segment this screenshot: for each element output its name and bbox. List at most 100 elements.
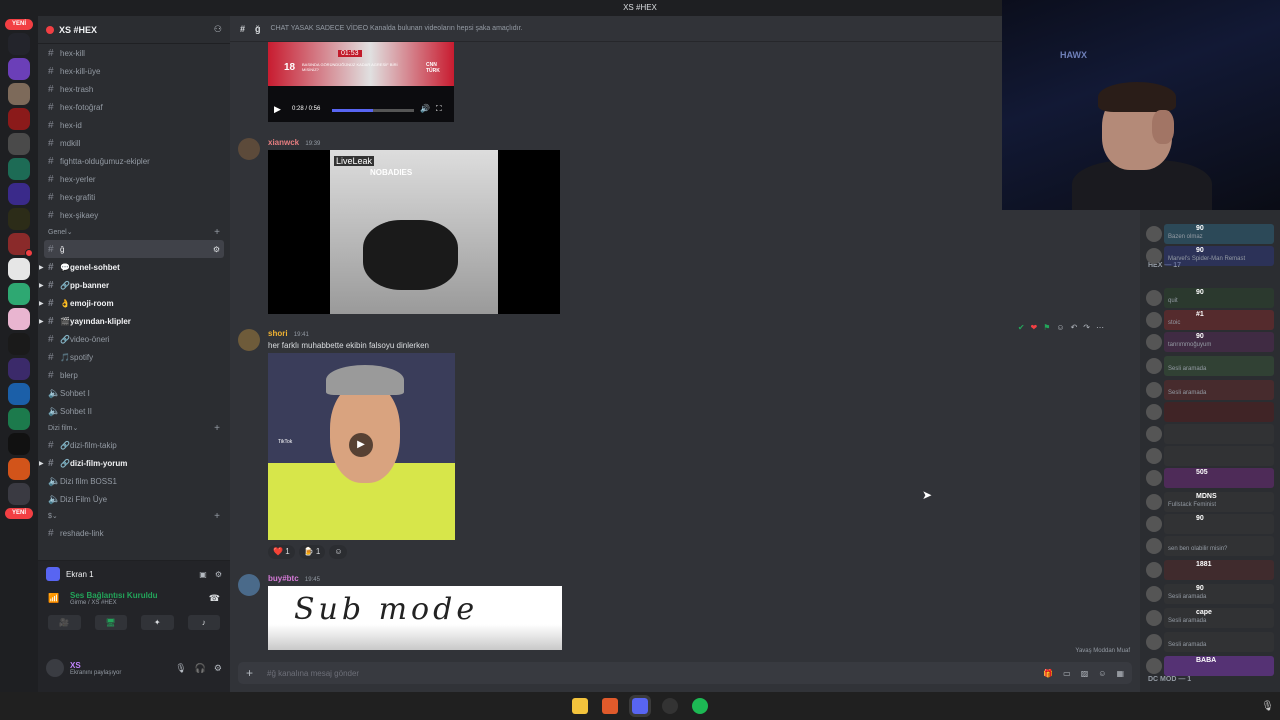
add-channel-icon[interactable]: + — [214, 423, 220, 434]
server-icon[interactable] — [8, 433, 30, 455]
member-item[interactable] — [1146, 402, 1274, 422]
stream-row[interactable]: Ekran 1 ▣ ⚙ — [38, 561, 230, 587]
member-item[interactable]: 90 — [1146, 514, 1274, 534]
avatar[interactable] — [1146, 358, 1162, 374]
add-reaction-icon[interactable]: ☺ — [1056, 323, 1064, 332]
avatar[interactable] — [1146, 248, 1162, 264]
avatar[interactable] — [1146, 610, 1162, 626]
reply-icon[interactable]: ↶ — [1071, 323, 1078, 332]
avatar[interactable] — [238, 138, 260, 160]
soundboard-button[interactable]: ♪ — [187, 615, 220, 630]
avatar[interactable] — [1146, 226, 1162, 242]
spotify-icon[interactable] — [692, 698, 708, 714]
channel-item[interactable]: # reshade-link — [38, 524, 230, 542]
apps-icon[interactable]: ▦ — [1116, 669, 1124, 678]
avatar[interactable] — [1146, 290, 1162, 306]
gift-icon[interactable]: 🎁 — [1043, 669, 1053, 678]
play-icon[interactable]: ▶ — [274, 104, 281, 115]
progress-bar[interactable] — [332, 109, 414, 112]
channel-item[interactable]: # hex-fotoğraf — [38, 98, 230, 116]
server-icon[interactable] — [8, 458, 30, 480]
member-item[interactable]: BABA — [1146, 656, 1274, 676]
avatar[interactable] — [1146, 334, 1162, 350]
avatar[interactable] — [1146, 382, 1162, 398]
emoji-icon[interactable]: ☺ — [1098, 669, 1106, 678]
member-item[interactable]: sen ben olabilir misin? — [1146, 536, 1274, 556]
avatar[interactable] — [1146, 426, 1162, 442]
author-name[interactable]: xianwck — [268, 138, 299, 147]
embedded-video[interactable]: LiveLeak NOBADIES — [268, 150, 560, 314]
signal-icon[interactable]: 📶 — [48, 593, 59, 604]
member-item[interactable]: 90 tanrımmoğuyum — [1146, 332, 1274, 352]
avatar[interactable] — [1146, 470, 1162, 486]
member-item[interactable] — [1146, 446, 1274, 466]
server-icon[interactable] — [8, 183, 30, 205]
server-icon[interactable] — [8, 83, 30, 105]
volume-icon[interactable]: 🔊 — [420, 104, 430, 113]
channel-item[interactable]: 🔈 Dizi film BOSS1 — [38, 472, 230, 490]
reaction-heart[interactable]: ❤️ 1 — [268, 545, 295, 559]
server-icon[interactable] — [8, 308, 30, 330]
check-reaction-icon[interactable]: ✔ — [1018, 323, 1025, 332]
channel-item[interactable]: # hex-id — [38, 116, 230, 134]
member-item[interactable]: #1 stoic — [1146, 310, 1274, 330]
message-composer[interactable]: + #ğ kanalına mesaj gönder 🎁 ▭ ▨ ☺ ▦ — [238, 662, 1132, 684]
brave-browser-icon[interactable] — [602, 698, 618, 714]
channel-item[interactable]: # ğ ⚙ — [44, 240, 224, 258]
server-icon[interactable] — [8, 108, 30, 130]
avatar[interactable] — [1146, 586, 1162, 602]
server-icon[interactable] — [8, 483, 30, 505]
avatar[interactable] — [238, 574, 260, 596]
camera-button[interactable]: 🎥 — [48, 615, 81, 630]
channel-item[interactable]: # hex-trash — [38, 80, 230, 98]
channel-item[interactable]: # hex-şikaey — [38, 206, 230, 224]
forward-icon[interactable]: ↷ — [1083, 323, 1090, 332]
channel-item[interactable]: ▶ # 💬 genel-sohbet — [38, 258, 230, 276]
category-dizi-film[interactable]: Dizi film ⌄ + — [38, 420, 230, 436]
channel-item[interactable]: # hex-kill — [38, 44, 230, 62]
add-channel-icon[interactable]: + — [214, 227, 220, 238]
channel-item[interactable]: # 🔗 video-öneri — [38, 330, 230, 348]
member-item[interactable]: Sesli aramada — [1146, 380, 1274, 400]
discord-icon[interactable] — [629, 695, 651, 717]
avatar[interactable] — [1146, 516, 1162, 532]
settings-icon[interactable]: ⚙ — [215, 570, 222, 579]
activity-button[interactable]: ✦ — [141, 615, 174, 630]
plus-icon[interactable]: + — [246, 666, 253, 680]
author-name[interactable]: shori — [268, 329, 288, 338]
member-item[interactable]: cape Sesli aramada — [1146, 608, 1274, 628]
gif-icon[interactable]: ▭ — [1063, 669, 1071, 678]
channel-item[interactable]: ▶ # 🔗 pp-banner — [38, 276, 230, 294]
category-genel[interactable]: Genel ⌄ + — [38, 224, 230, 240]
server-icon[interactable] — [8, 208, 30, 230]
popout-icon[interactable]: ▣ — [199, 570, 207, 579]
server-icon[interactable] — [8, 408, 30, 430]
channel-item[interactable]: # hex-yerler — [38, 170, 230, 188]
channel-item[interactable]: # 🔗 dizi-film-takip — [38, 436, 230, 454]
server-icon[interactable] — [8, 233, 33, 257]
sticker-icon[interactable]: ▨ — [1081, 669, 1089, 678]
author-name[interactable]: buy#btc — [268, 574, 299, 583]
file-explorer-icon[interactable] — [572, 698, 588, 714]
avatar[interactable] — [1146, 562, 1162, 578]
obs-icon[interactable] — [662, 698, 678, 714]
avatar[interactable] — [1146, 538, 1162, 554]
video-player[interactable]: 01:53 18 BASINDA GÖRÜNDÜĞÜNÜZ KADAR AGRE… — [268, 42, 454, 122]
avatar[interactable] — [1146, 494, 1162, 510]
server-icon[interactable] — [8, 283, 30, 305]
channel-topic[interactable]: CHAT YASAK SADECE VİDEO Kanalda bulunan … — [271, 25, 523, 32]
member-item[interactable]: Sesli aramada — [1146, 356, 1274, 376]
member-item[interactable]: 90 Bazen olmaz — [1146, 224, 1274, 244]
play-icon[interactable]: ▶ — [349, 433, 373, 457]
member-item[interactable] — [1146, 424, 1274, 444]
category-dollar[interactable]: $ ⌄ + — [38, 508, 230, 524]
channel-item[interactable]: 🔈 Dizi Film Üye — [38, 490, 230, 508]
channel-item[interactable]: ▶ # 👌 emoji-room — [38, 294, 230, 312]
disconnect-icon[interactable]: ☎ — [209, 593, 220, 604]
composer-placeholder[interactable]: #ğ kanalına mesaj gönder — [267, 669, 359, 678]
server-icon[interactable] — [8, 133, 30, 155]
screen-share-button[interactable]: 🖥 — [94, 615, 127, 630]
member-item[interactable]: 1881 — [1146, 560, 1274, 580]
server-icon[interactable] — [8, 383, 30, 405]
server-icon[interactable] — [8, 158, 30, 180]
